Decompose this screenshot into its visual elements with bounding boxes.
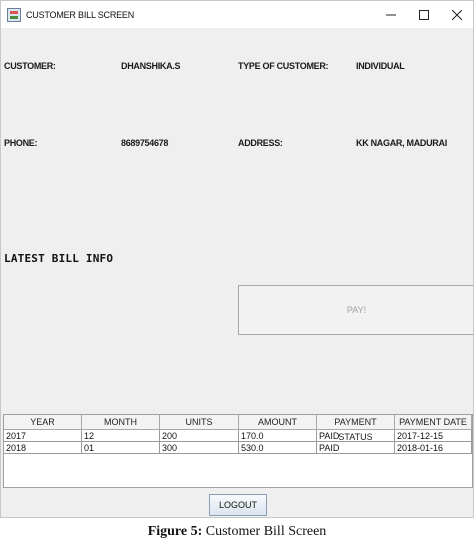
table-cell: 12 bbox=[82, 430, 160, 442]
address-value: KK NAGAR, MADURAI bbox=[356, 138, 447, 148]
minimize-button[interactable] bbox=[374, 1, 407, 28]
customer-label: CUSTOMER: bbox=[4, 61, 56, 71]
close-button[interactable] bbox=[440, 1, 473, 28]
table-cell: 2017-12-15 bbox=[395, 430, 472, 442]
column-header-month[interactable]: MONTH bbox=[82, 415, 160, 430]
table-cell: 170.0 bbox=[239, 430, 317, 442]
latest-bill-info-heading: LATEST BILL INFO bbox=[4, 252, 114, 265]
customer-value: DHANSHIKA.S bbox=[121, 61, 181, 71]
close-icon bbox=[451, 9, 462, 20]
java-app-icon bbox=[7, 7, 21, 22]
column-header-units[interactable]: UNITS bbox=[160, 415, 239, 430]
type-of-customer-label: TYPE OF CUSTOMER: bbox=[238, 61, 329, 71]
table-cell: PAID bbox=[317, 430, 395, 442]
table-cell: 530.0 bbox=[239, 442, 317, 454]
table-cell: 01 bbox=[82, 442, 160, 454]
table-cell: 200 bbox=[160, 430, 239, 442]
address-label: ADDRESS: bbox=[238, 138, 283, 148]
figure-caption-label: Figure 5: bbox=[147, 524, 203, 539]
pay-button[interactable]: PAY! bbox=[238, 285, 473, 335]
maximize-icon bbox=[418, 9, 429, 20]
window-controls bbox=[374, 1, 473, 28]
table-cell: 2018-01-16 bbox=[395, 442, 472, 454]
logout-button[interactable]: LOGOUT bbox=[209, 494, 267, 516]
table-header-row: YEAR MONTH UNITS AMOUNT PAYMENT STATUS P… bbox=[4, 415, 472, 442]
phone-value: 8689754678 bbox=[121, 138, 169, 148]
column-header-payment-status[interactable]: PAYMENT STATUS bbox=[317, 415, 395, 442]
maximize-button[interactable] bbox=[407, 1, 440, 28]
customer-bill-window: CUSTOMER BILL SCREEN CUSTOMER: DHANSHIKA… bbox=[0, 0, 474, 518]
type-of-customer-value: INDIVIDUAL bbox=[356, 61, 405, 71]
table-cell: PAID bbox=[317, 442, 395, 454]
table-cell: 2017 bbox=[4, 430, 82, 442]
window-title: CUSTOMER BILL SCREEN bbox=[26, 9, 135, 20]
minimize-icon bbox=[385, 14, 396, 15]
table-row[interactable]: 2017 12 200 170.0 PAID 2017-12-15 bbox=[4, 430, 472, 442]
title-bar[interactable]: CUSTOMER BILL SCREEN bbox=[1, 1, 473, 28]
bill-table: YEAR MONTH UNITS AMOUNT PAYMENT STATUS P… bbox=[3, 414, 473, 488]
table-cell: 2018 bbox=[4, 442, 82, 454]
table-row[interactable]: 2018 01 300 530.0 PAID 2018-01-16 bbox=[4, 442, 472, 454]
phone-label: PHONE: bbox=[4, 138, 38, 148]
table-cell: 300 bbox=[160, 442, 239, 454]
column-header-year[interactable]: YEAR bbox=[4, 415, 82, 430]
column-header-payment-date[interactable]: PAYMENT DATE bbox=[395, 415, 472, 430]
figure-caption: Figure 5: Customer Bill Screen bbox=[0, 524, 474, 540]
column-header-amount[interactable]: AMOUNT bbox=[239, 415, 317, 430]
figure-caption-text: Customer Bill Screen bbox=[205, 524, 327, 539]
